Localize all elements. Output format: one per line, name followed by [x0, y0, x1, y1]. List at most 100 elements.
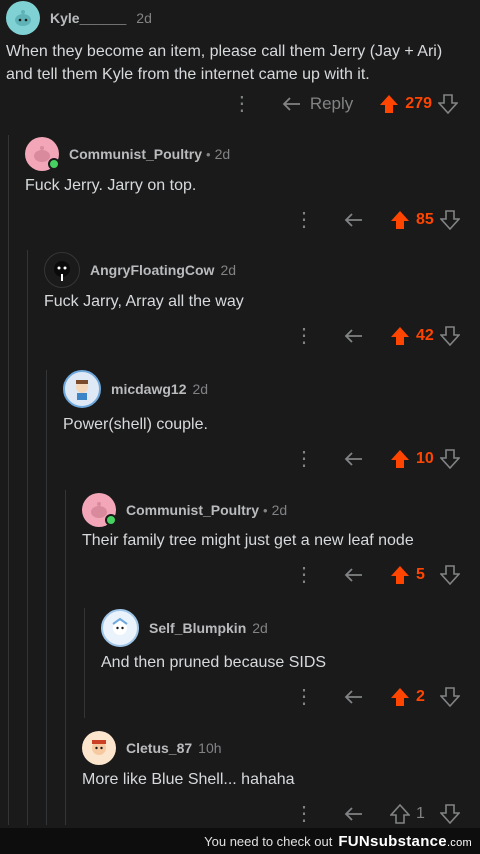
downvote-arrow-icon: [440, 565, 460, 585]
reply-button[interactable]: [344, 212, 364, 228]
comment-body: Fuck Jerry. Jarry on top.: [25, 177, 197, 194]
downvote-button[interactable]: [440, 687, 460, 707]
username[interactable]: micdawg12: [111, 381, 186, 397]
downvote-button[interactable]: [438, 94, 458, 114]
comment: micdawg12 2d Power(shell) couple. ⋮ 10: [63, 370, 480, 483]
upvote-arrow-icon: [391, 211, 409, 229]
reply-icon: [344, 213, 362, 227]
avatar[interactable]: [63, 370, 101, 408]
reply-button[interactable]: [344, 451, 364, 467]
comment-age: 2d: [214, 146, 231, 162]
brand-name: FUNsubstance: [338, 832, 447, 850]
reply-icon: [344, 452, 362, 466]
comment-age: 2d: [271, 502, 288, 518]
reply-button[interactable]: [344, 689, 364, 705]
reply-button[interactable]: Reply: [282, 94, 353, 114]
reply-icon: [344, 568, 362, 582]
avatar[interactable]: [82, 731, 116, 765]
online-status-icon: [105, 514, 117, 526]
snoo-character-avatar-icon: [76, 380, 88, 400]
vote-score: 279: [405, 95, 432, 112]
upvote-arrow-icon: [391, 327, 409, 345]
downvote-button[interactable]: [440, 804, 460, 824]
reply-label: Reply: [309, 94, 354, 113]
more-options-icon[interactable]: ⋮: [292, 449, 316, 469]
downvote-arrow-icon: [438, 94, 458, 114]
upvote-button[interactable]: [390, 804, 410, 824]
thread-line-2: [27, 250, 28, 825]
avatar[interactable]: [6, 1, 40, 35]
comment: Kyle______ 2d When they become an item, …: [6, 0, 480, 125]
comment-age: 2d: [220, 262, 237, 278]
comment: Communist_Poultry • 2d Fuck Jerry. Jarry…: [25, 136, 480, 246]
thread-line-1: [8, 135, 9, 825]
downvote-button[interactable]: [440, 326, 460, 346]
downvote-arrow-icon: [440, 804, 460, 824]
snoo-character-avatar-icon: [112, 617, 128, 635]
separator: •: [206, 146, 211, 162]
downvote-button[interactable]: [440, 449, 460, 469]
upvote-arrow-icon: [391, 688, 409, 706]
reply-icon: [344, 690, 362, 704]
comment-body: More like Blue Shell... hahaha: [82, 771, 295, 788]
upvote-button[interactable]: [390, 210, 410, 230]
upvote-arrow-icon: [380, 95, 399, 113]
avatar[interactable]: [25, 137, 60, 171]
reply-button[interactable]: [344, 567, 364, 583]
username[interactable]: Cletus_87: [126, 740, 192, 756]
upvote-arrow-icon: [391, 450, 409, 468]
vote-score: 2: [416, 688, 425, 705]
vote-score: 1: [416, 805, 425, 822]
downvote-arrow-icon: [440, 449, 460, 469]
comment: Communist_Poultry • 2d Their family tree…: [82, 492, 480, 602]
comment-body: Fuck Jarry, Array all the way: [44, 293, 244, 310]
downvote-button[interactable]: [440, 210, 460, 230]
separator: •: [263, 502, 268, 518]
upvote-arrow-icon: [390, 804, 410, 824]
upvote-button[interactable]: [390, 326, 410, 346]
username[interactable]: Communist_Poultry: [126, 502, 259, 518]
vote-score: 85: [416, 211, 434, 228]
reply-icon: [344, 329, 362, 343]
more-options-icon[interactable]: ⋮: [292, 326, 316, 346]
more-options-icon[interactable]: ⋮: [230, 94, 254, 114]
more-options-icon[interactable]: ⋮: [292, 687, 316, 707]
avatar[interactable]: [44, 252, 80, 288]
thread-line-5: [84, 608, 85, 718]
comment-body: And then pruned because SIDS: [101, 654, 327, 671]
comment-age: 2d: [192, 381, 209, 397]
vote-score: 5: [416, 566, 425, 583]
avatar[interactable]: [101, 609, 139, 647]
reply-button[interactable]: [344, 328, 364, 344]
comment: Self_Blumpkin 2d And then pruned because…: [101, 609, 480, 720]
upvote-arrow-icon: [391, 566, 409, 584]
downvote-arrow-icon: [440, 210, 460, 230]
username[interactable]: Communist_Poultry: [69, 146, 202, 162]
more-options-icon[interactable]: ⋮: [292, 804, 316, 824]
username[interactable]: Kyle______: [50, 10, 126, 26]
reply-button[interactable]: [344, 806, 364, 822]
watermark-brand: FUNsubstance.com: [338, 833, 472, 850]
more-options-icon[interactable]: ⋮: [292, 210, 316, 230]
more-options-icon[interactable]: ⋮: [292, 565, 316, 585]
upvote-button[interactable]: [390, 687, 410, 707]
comment-body: When they become an item, please call th…: [6, 43, 443, 83]
vote-score: 10: [416, 450, 434, 467]
watermark-footer: You need to check out FUNsubstance.com: [0, 828, 480, 854]
vote-score: 42: [416, 327, 434, 344]
reply-icon: [344, 807, 362, 821]
brand-suffix: .com: [446, 836, 472, 849]
cow-avatar-icon: [54, 261, 70, 281]
downvote-button[interactable]: [440, 565, 460, 585]
upvote-button[interactable]: [379, 94, 399, 114]
watermark-message: You need to check out: [204, 833, 333, 849]
username[interactable]: AngryFloatingCow: [90, 262, 214, 278]
upvote-button[interactable]: [390, 449, 410, 469]
thread-line-4: [65, 490, 66, 825]
comment-body: Their family tree might just get a new l…: [82, 532, 414, 549]
avatar[interactable]: [82, 493, 117, 527]
username[interactable]: Self_Blumpkin: [149, 620, 246, 636]
online-status-icon: [48, 158, 60, 170]
snoo-avatar-icon: [15, 10, 31, 26]
upvote-button[interactable]: [390, 565, 410, 585]
